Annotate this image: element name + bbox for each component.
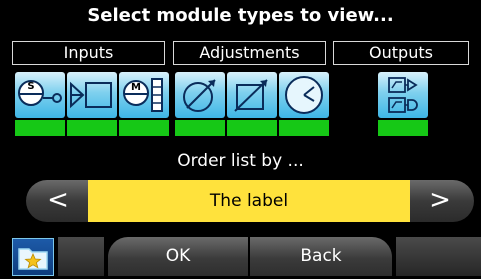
order-prev-button[interactable]: < (28, 180, 88, 222)
module-tile-sensor-input[interactable]: S (15, 72, 65, 136)
active-indicator (175, 120, 225, 136)
module-tile-output-relay[interactable] (378, 72, 428, 136)
module-tile-meter-input[interactable]: M (119, 72, 169, 136)
category-adjustments-header: Adjustments (173, 41, 326, 65)
meter-glyph: M (131, 82, 141, 93)
active-indicator (119, 120, 169, 136)
star-folder-icon (18, 248, 48, 270)
active-indicator (15, 120, 65, 136)
module-tile-adjust-box[interactable] (227, 72, 277, 136)
adjust-timer-icon (285, 76, 323, 114)
category-outputs-header: Outputs (333, 41, 469, 65)
active-indicator (378, 120, 428, 136)
order-value-field[interactable]: The label (88, 180, 410, 222)
module-tile-adjust-dial[interactable] (175, 72, 225, 136)
category-inputs-header: Inputs (12, 41, 165, 65)
order-by-label: Order list by ... (177, 151, 304, 171)
module-tile-adjust-timer[interactable] (279, 72, 329, 136)
active-indicator (67, 120, 117, 136)
back-button[interactable]: Back (250, 237, 392, 276)
ok-button[interactable]: OK (108, 237, 248, 276)
output-relay-icon (388, 77, 418, 113)
toolbar-spacer-left (58, 237, 104, 276)
active-indicator (279, 120, 329, 136)
toolbar-spacer-right (396, 237, 481, 276)
active-indicator (227, 120, 277, 136)
adjust-dial-icon (183, 79, 216, 112)
favorites-folder-button[interactable] (12, 238, 54, 276)
sensor-input-icon: S (18, 80, 62, 106)
page-title: Select module types to view... (87, 5, 394, 26)
digital-input-icon (70, 81, 112, 109)
adjust-box-icon (234, 79, 268, 112)
sensor-glyph: S (27, 81, 34, 92)
module-tile-digital-input[interactable] (67, 72, 117, 136)
meter-input-icon: M (123, 78, 163, 112)
order-next-button[interactable]: > (410, 180, 470, 222)
